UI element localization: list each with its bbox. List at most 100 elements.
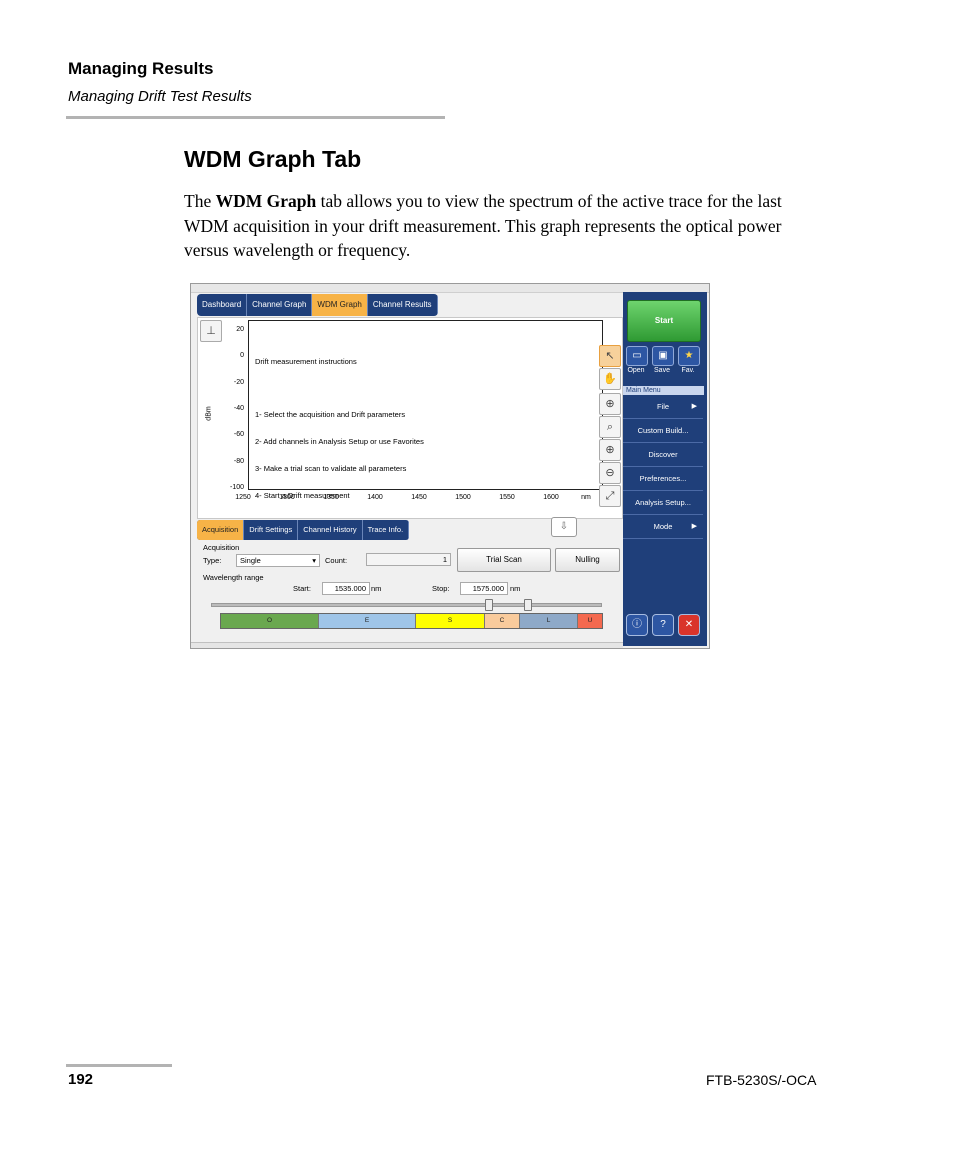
- pointer-icon[interactable]: ↖: [599, 345, 621, 367]
- section-heading: WDM Graph Tab: [184, 146, 362, 172]
- x-tick: 1350: [323, 494, 339, 501]
- stop-unit: nm: [510, 584, 521, 593]
- y-tick: -100: [229, 484, 244, 491]
- tab-channel-results[interactable]: Channel Results: [368, 294, 438, 316]
- x-tick: 1450: [411, 494, 427, 501]
- count-field[interactable]: 1: [366, 553, 451, 566]
- start-button[interactable]: Start: [627, 300, 701, 342]
- x-tick: 1500: [455, 494, 471, 501]
- start-unit: nm: [371, 584, 382, 593]
- body-paragraph: The WDM Graph tab allows you to view the…: [184, 189, 814, 263]
- graph-area: ⊥ 20 0 -20 -40 -60 -80 -100 dBm Drift me…: [197, 317, 623, 519]
- tab-acquisition[interactable]: Acquisition: [197, 520, 245, 540]
- start-wavelength-field[interactable]: 1535.000: [322, 582, 370, 595]
- panel-tabs: Acquisition Drift Settings Channel Histo…: [197, 520, 410, 540]
- count-label: Count:: [325, 556, 348, 565]
- wavelength-slider[interactable]: [211, 603, 602, 607]
- open-folder-icon[interactable]: ▭: [626, 346, 648, 366]
- zoom-area-icon[interactable]: ⌕: [599, 416, 621, 438]
- stop-label: Stop:: [432, 584, 450, 593]
- y-tick: -20: [233, 379, 244, 386]
- save-label: Save: [654, 367, 670, 374]
- product-model: FTB-5230S/-OCA: [706, 1072, 817, 1088]
- full-scale-icon[interactable]: ⤢: [599, 485, 621, 507]
- menu-item-analysis-setup[interactable]: Analysis Setup...: [623, 491, 703, 515]
- app-screenshot: Dashboard Channel Graph WDM Graph Channe…: [190, 283, 710, 649]
- main-menu-title: Main Menu: [623, 386, 704, 395]
- instruction-step: 3- Make a trial scan to validate all par…: [255, 464, 407, 473]
- x-tick: 1250: [235, 494, 251, 501]
- instructions: Drift measurement instructions 1- Select…: [255, 339, 424, 518]
- main-menu: File ▶ Custom Build... Discover Preferenc…: [623, 395, 703, 539]
- band-bar: O E S C L U: [220, 613, 603, 629]
- band-u: U: [578, 614, 602, 628]
- zoom-out-icon[interactable]: ⊖: [599, 462, 621, 484]
- type-select[interactable]: Single ▾: [236, 554, 320, 567]
- tab-wdm-graph[interactable]: WDM Graph: [312, 294, 368, 316]
- band-c: C: [485, 614, 520, 628]
- band-s: S: [416, 614, 485, 628]
- submenu-arrow-icon: ▶: [691, 403, 697, 410]
- instruction-step: 1- Select the acquisition and Drift para…: [255, 410, 406, 419]
- tab-trace-info[interactable]: Trace Info.: [363, 520, 410, 540]
- tab-dashboard[interactable]: Dashboard: [197, 294, 248, 316]
- footer-rule: [66, 1064, 172, 1067]
- help-icon[interactable]: ?: [652, 614, 674, 636]
- save-disk-icon[interactable]: ▣: [652, 346, 674, 366]
- trial-scan-button[interactable]: Trial Scan: [457, 548, 551, 572]
- tab-drift-settings[interactable]: Drift Settings: [244, 520, 299, 540]
- close-icon[interactable]: ✕: [678, 614, 700, 636]
- body-text-bold: WDM Graph: [215, 191, 317, 211]
- menu-item-mode[interactable]: Mode ▶: [623, 515, 703, 539]
- y-tick: -60: [233, 431, 244, 438]
- pan-hand-icon[interactable]: ✋: [599, 368, 621, 390]
- y-tick: -80: [233, 458, 244, 465]
- x-tick: 1300: [279, 494, 295, 501]
- x-tick: 1600: [543, 494, 559, 501]
- menu-item-label: Mode: [653, 522, 673, 531]
- body-text-start: The: [184, 191, 216, 211]
- menu-item-preferences[interactable]: Preferences...: [623, 467, 703, 491]
- section-subtitle: Managing Drift Test Results: [68, 88, 252, 105]
- open-label: Open: [627, 367, 645, 374]
- chevron-down-icon: ▾: [312, 556, 316, 565]
- info-icon[interactable]: ⓘ: [626, 614, 648, 636]
- y-tick: 0: [240, 352, 244, 359]
- slider-start-handle[interactable]: [485, 599, 493, 611]
- wavelength-range-label: Wavelength range: [203, 573, 264, 582]
- slider-stop-handle[interactable]: [524, 599, 532, 611]
- y-axis-label: dBm: [205, 406, 213, 421]
- menu-item-discover[interactable]: Discover: [623, 443, 703, 467]
- band-l: L: [520, 614, 578, 628]
- zoom-vertical-icon[interactable]: ⊕: [599, 439, 621, 461]
- menu-item-custom-build[interactable]: Custom Build...: [623, 419, 703, 443]
- band-e: E: [319, 614, 416, 628]
- instruction-step: 2- Add channels in Analysis Setup or use…: [255, 437, 424, 446]
- favorite-star-icon[interactable]: ★: [678, 346, 700, 366]
- right-panel: Start ▭ ▣ ★ Open Save Fav. Main Menu Fil…: [623, 292, 707, 646]
- y-tick: 20: [236, 326, 244, 333]
- type-label: Type:: [203, 556, 222, 565]
- x-tick: 1550: [499, 494, 515, 501]
- collapse-arrow-icon[interactable]: ⇩: [551, 517, 577, 537]
- tab-channel-history[interactable]: Channel History: [298, 520, 363, 540]
- type-value: Single: [240, 556, 261, 565]
- page-number: 192: [68, 1071, 94, 1088]
- menu-item-label: Preferences...: [639, 474, 687, 483]
- nulling-button[interactable]: Nulling: [555, 548, 620, 572]
- y-tick: -40: [233, 405, 244, 412]
- main-tabs: Dashboard Channel Graph WDM Graph Channe…: [197, 294, 438, 316]
- menu-item-file[interactable]: File ▶: [623, 395, 703, 419]
- tab-channel-graph[interactable]: Channel Graph: [247, 294, 313, 316]
- x-unit: nm: [581, 494, 591, 501]
- plot-area[interactable]: Drift measurement instructions 1- Select…: [248, 320, 603, 500]
- x-tick: 1400: [367, 494, 383, 501]
- instructions-title: Drift measurement instructions: [255, 357, 357, 366]
- status-bar: [191, 642, 623, 648]
- stop-wavelength-field[interactable]: 1575.000: [460, 582, 508, 595]
- zoom-in-icon[interactable]: ⊕: [599, 393, 621, 415]
- fav-label: Fav.: [681, 367, 695, 374]
- header-rule: [66, 116, 445, 119]
- submenu-arrow-icon: ▶: [691, 523, 697, 530]
- menu-item-label: Custom Build...: [637, 426, 689, 435]
